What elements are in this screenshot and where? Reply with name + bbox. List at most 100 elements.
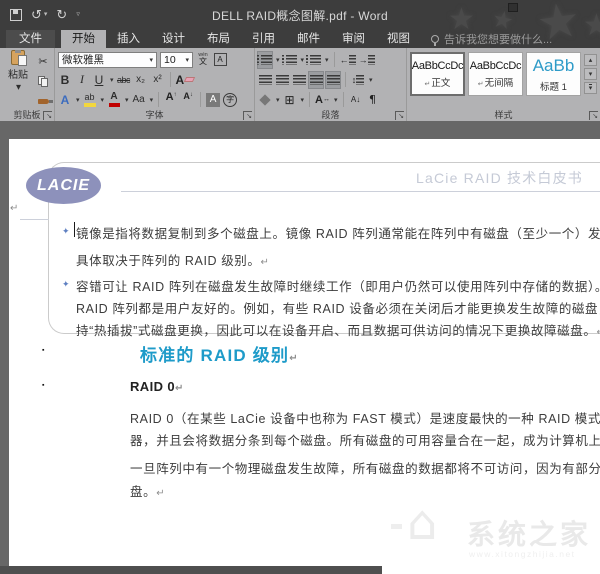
ribbon: 粘贴 ▾ ✂ 剪贴板 ↘ 微软雅黑▾ 10▾ (0, 48, 600, 121)
phonetic-guide-icon[interactable]: wén文 (196, 52, 210, 68)
strikethrough-button[interactable]: abc (117, 72, 131, 88)
italic-button[interactable]: I (75, 72, 89, 88)
group-font: 微软雅黑▾ 10▾ wén文 A B I U▾ abc x₂ x² (55, 48, 255, 121)
lacie-logo: LACIE (26, 167, 101, 204)
highlight-color-icon[interactable]: ab (83, 92, 97, 108)
bullet-list-icon[interactable] (258, 52, 272, 68)
text-cursor (74, 222, 75, 237)
multilevel-list-icon[interactable] (307, 52, 321, 68)
watermark-mark (391, 524, 402, 529)
header-right-text: LaCie RAID 技术白皮书 (416, 168, 583, 188)
ribbon-tabs: 文件 开始 插入 设计 布局 引用 邮件 审阅 视图 告诉我您想要做什么... (0, 30, 600, 48)
font-group-label: 字体 (55, 108, 254, 121)
align-left-icon[interactable] (258, 72, 272, 88)
tell-me-box[interactable]: 告诉我您想要做什么... (431, 30, 552, 48)
group-paragraph: ▾ ▾ ▾ ← → ↕▾ ▾ ⊞▾ (255, 48, 407, 121)
lightbulb-icon (431, 35, 439, 43)
bold-button[interactable]: B (58, 72, 72, 88)
body-line: 镜像是指将数据复制到多个磁盘上。镜像 RAID 阵列通常能在阵列中有磁盘（至少一… (76, 223, 600, 242)
document-page[interactable]: LACIE LaCie RAID 技术白皮书 ↵ ✦ 镜像是指将数据复制到多个磁… (9, 139, 600, 574)
subscript-button[interactable]: x₂ (134, 72, 148, 88)
cut-icon[interactable]: ✂ (36, 53, 50, 69)
enclose-characters-icon[interactable]: 字 (223, 92, 237, 108)
styles-scroll-down-icon[interactable]: ▾ (584, 68, 597, 80)
tab-review[interactable]: 审阅 (331, 30, 376, 48)
underline-button[interactable]: U (92, 72, 106, 88)
status-bar-edge (0, 566, 382, 574)
tab-design[interactable]: 设计 (151, 30, 196, 48)
ribbon-display-options-icon[interactable] (508, 3, 518, 12)
paste-icon (11, 50, 25, 65)
body-line: 一旦阵列中有一个物理磁盘发生故障，所有磁盘的数据都将不可访问，因为有部分数据已被… (130, 458, 600, 477)
align-center-icon[interactable] (275, 72, 289, 88)
outline-bullet-icon: ▪ (42, 347, 44, 354)
body-line: 容错可让 RAID 阵列在磁盘发生故障时继续工作（即用户仍然可以使用阵列中存储的… (76, 276, 600, 295)
paste-button[interactable]: 粘贴 ▾ (3, 50, 33, 93)
font-color-icon[interactable]: A (107, 92, 121, 108)
watermark-house-icon: ⌂ (407, 499, 437, 547)
tab-references[interactable]: 引用 (241, 30, 286, 48)
show-marks-icon[interactable]: ¶ (366, 92, 380, 108)
bullet-icon: ✦ (62, 279, 70, 290)
paragraph-dialog-launcher-icon[interactable]: ↘ (395, 111, 404, 120)
outline-bullet-icon: ▪ (42, 382, 44, 389)
watermark-brand: 系统之家 (467, 513, 591, 553)
body-line: 具体取决于阵列的 RAID 级别。↵ (76, 250, 269, 269)
shading-icon[interactable] (258, 92, 272, 108)
sort-icon[interactable]: A↓ (349, 92, 363, 108)
paragraph-mark: ↵ (10, 203, 18, 214)
group-clipboard: 粘贴 ▾ ✂ 剪贴板 ↘ (0, 48, 55, 121)
tab-file[interactable]: 文件 (6, 30, 55, 48)
tab-mailings[interactable]: 邮件 (286, 30, 331, 48)
decrease-indent-icon[interactable]: ← (340, 52, 356, 68)
tell-me-text: 告诉我您想要做什么... (444, 31, 552, 47)
sub-heading: RAID 0↵ (130, 379, 183, 394)
shrink-font-icon[interactable]: A↓ (181, 92, 195, 108)
asian-layout-icon[interactable]: A↔ (315, 92, 330, 108)
character-shading-icon[interactable]: A (206, 92, 220, 108)
section-heading: 标准的 RAID 级别↵ (140, 341, 298, 366)
font-dialog-launcher-icon[interactable]: ↘ (243, 111, 252, 120)
paragraph-group-label: 段落 (255, 108, 406, 121)
group-styles: AaBbCcDc ↵正文 AaBbCcDc ↵无间隔 AaBb 标题 1 ▴ ▾ (407, 48, 600, 121)
margin-rule (20, 219, 49, 220)
text-effects-icon[interactable]: A (58, 92, 72, 108)
borders-icon[interactable]: ⊞ (283, 92, 297, 108)
word-window: ↺▾ ↻ ▿ DELL RAID概念图解.pdf - Word ★ ★ ★ ★ … (0, 0, 600, 574)
font-name-combo[interactable]: 微软雅黑▾ (58, 52, 157, 68)
watermark-url: www.xitongzhijia.net (469, 549, 576, 559)
align-right-icon[interactable] (292, 72, 306, 88)
justify-icon[interactable] (309, 72, 323, 88)
style-no-spacing[interactable]: AaBbCcDc ↵无间隔 (468, 52, 523, 96)
body-line: 器，并且会将数据分条到每个磁盘。所有磁盘的可用容量合在一起，成为计算机上的一个逻… (130, 430, 600, 449)
style-heading1[interactable]: AaBb 标题 1 (526, 52, 581, 96)
distribute-icon[interactable] (326, 72, 340, 88)
change-case-icon[interactable]: Aa (132, 92, 146, 108)
body-line: 盘。↵ (130, 481, 165, 500)
header-rule (121, 191, 600, 192)
copy-icon[interactable] (36, 73, 50, 89)
clear-formatting-icon[interactable]: A (176, 72, 195, 88)
format-painter-icon[interactable] (36, 93, 50, 109)
font-size-combo[interactable]: 10▾ (160, 52, 193, 68)
styles-dialog-launcher-icon[interactable]: ↘ (589, 111, 598, 120)
line-spacing-icon[interactable]: ↕ (351, 72, 365, 88)
tab-insert[interactable]: 插入 (106, 30, 151, 48)
styles-gallery-more-icon[interactable]: ▾ (584, 82, 597, 94)
style-normal[interactable]: AaBbCcDc ↵正文 (410, 52, 465, 96)
numbered-list-icon[interactable] (283, 52, 297, 68)
body-line: RAID 阵列都是用户友好的。例如，有些 RAID 设备必须在关闭后才能更换发生… (76, 298, 600, 317)
increase-indent-icon[interactable]: → (359, 52, 375, 68)
styles-group-label: 样式 (407, 108, 600, 121)
styles-scroll-up-icon[interactable]: ▴ (584, 54, 597, 66)
body-line: RAID 0（在某些 LaCie 设备中也称为 FAST 模式）是速度最快的一种… (130, 408, 600, 427)
body-line: 持“热插拔”式磁盘更换，因此可以在设备开启、而且数据可供访问的情况下更换故障磁盘… (76, 320, 600, 339)
bullet-icon: ✦ (62, 226, 70, 237)
character-border-icon[interactable]: A (213, 52, 227, 68)
tab-home[interactable]: 开始 (61, 30, 106, 48)
clipboard-dialog-launcher-icon[interactable]: ↘ (43, 111, 52, 120)
grow-font-icon[interactable]: A↑ (164, 92, 178, 108)
superscript-button[interactable]: x² (151, 72, 165, 88)
tab-view[interactable]: 视图 (376, 30, 421, 48)
tab-layout[interactable]: 布局 (196, 30, 241, 48)
